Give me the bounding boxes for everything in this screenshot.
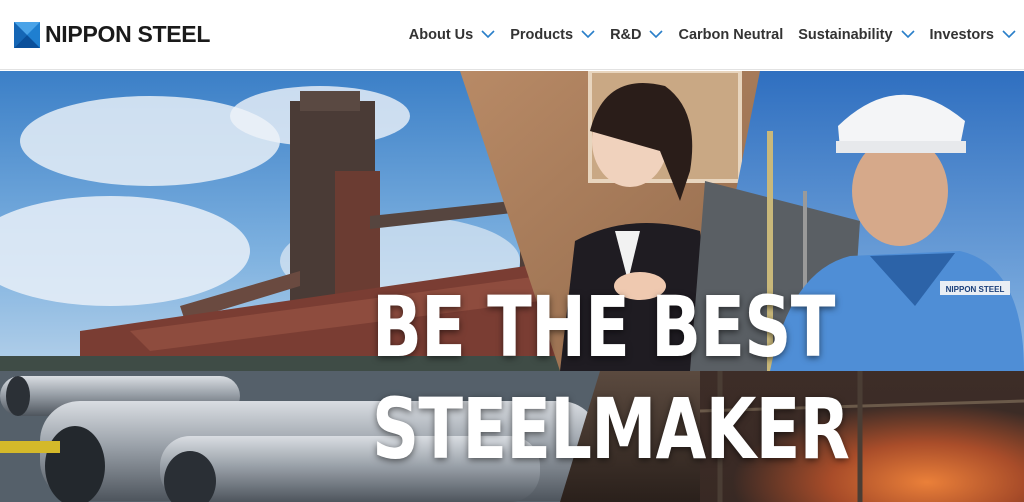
chevron-down-icon	[1002, 30, 1016, 39]
logo-mark-icon	[14, 21, 40, 48]
nav-label: R&D	[610, 26, 642, 43]
site-header: NIPPON STEEL About Us Products R&D Carbo…	[0, 0, 1024, 70]
chevron-down-icon	[900, 30, 915, 39]
nav-label: Carbon Neutral	[678, 26, 784, 43]
brand-logo[interactable]: NIPPON STEEL	[14, 21, 210, 48]
chevron-down-icon	[581, 30, 595, 39]
tagline-line-1: BE THE BEST	[372, 278, 835, 376]
nav-label: Sustainability	[798, 26, 893, 43]
hero-tagline: BE THE BEST STEELMAKER	[372, 276, 850, 480]
chevron-down-icon	[481, 30, 495, 39]
main-nav: About Us Products R&D Carbon Neutral Sus…	[409, 27, 1016, 43]
nav-carbon-neutral[interactable]: Carbon Neutral	[678, 27, 783, 43]
nav-products[interactable]: Products	[510, 27, 595, 43]
nav-about-us[interactable]: About Us	[409, 27, 495, 43]
nav-label: About Us	[408, 26, 474, 43]
brand-name: NIPPON STEEL	[45, 21, 211, 47]
nav-label: Investors	[929, 26, 994, 43]
nav-r-and-d[interactable]: R&D	[610, 26, 664, 43]
nav-investors[interactable]: Investors	[930, 27, 1016, 43]
chevron-down-icon	[649, 30, 664, 39]
hero-banner: NIPPON STEEL BE THE BEST STEELMAKER	[0, 71, 1024, 502]
tagline-line-2: STEELMAKER	[372, 380, 850, 478]
uniform-badge-text: NIPPON STEEL	[946, 285, 1005, 294]
nav-label: Products	[510, 26, 574, 43]
nav-sustainability[interactable]: Sustainability	[798, 26, 915, 43]
